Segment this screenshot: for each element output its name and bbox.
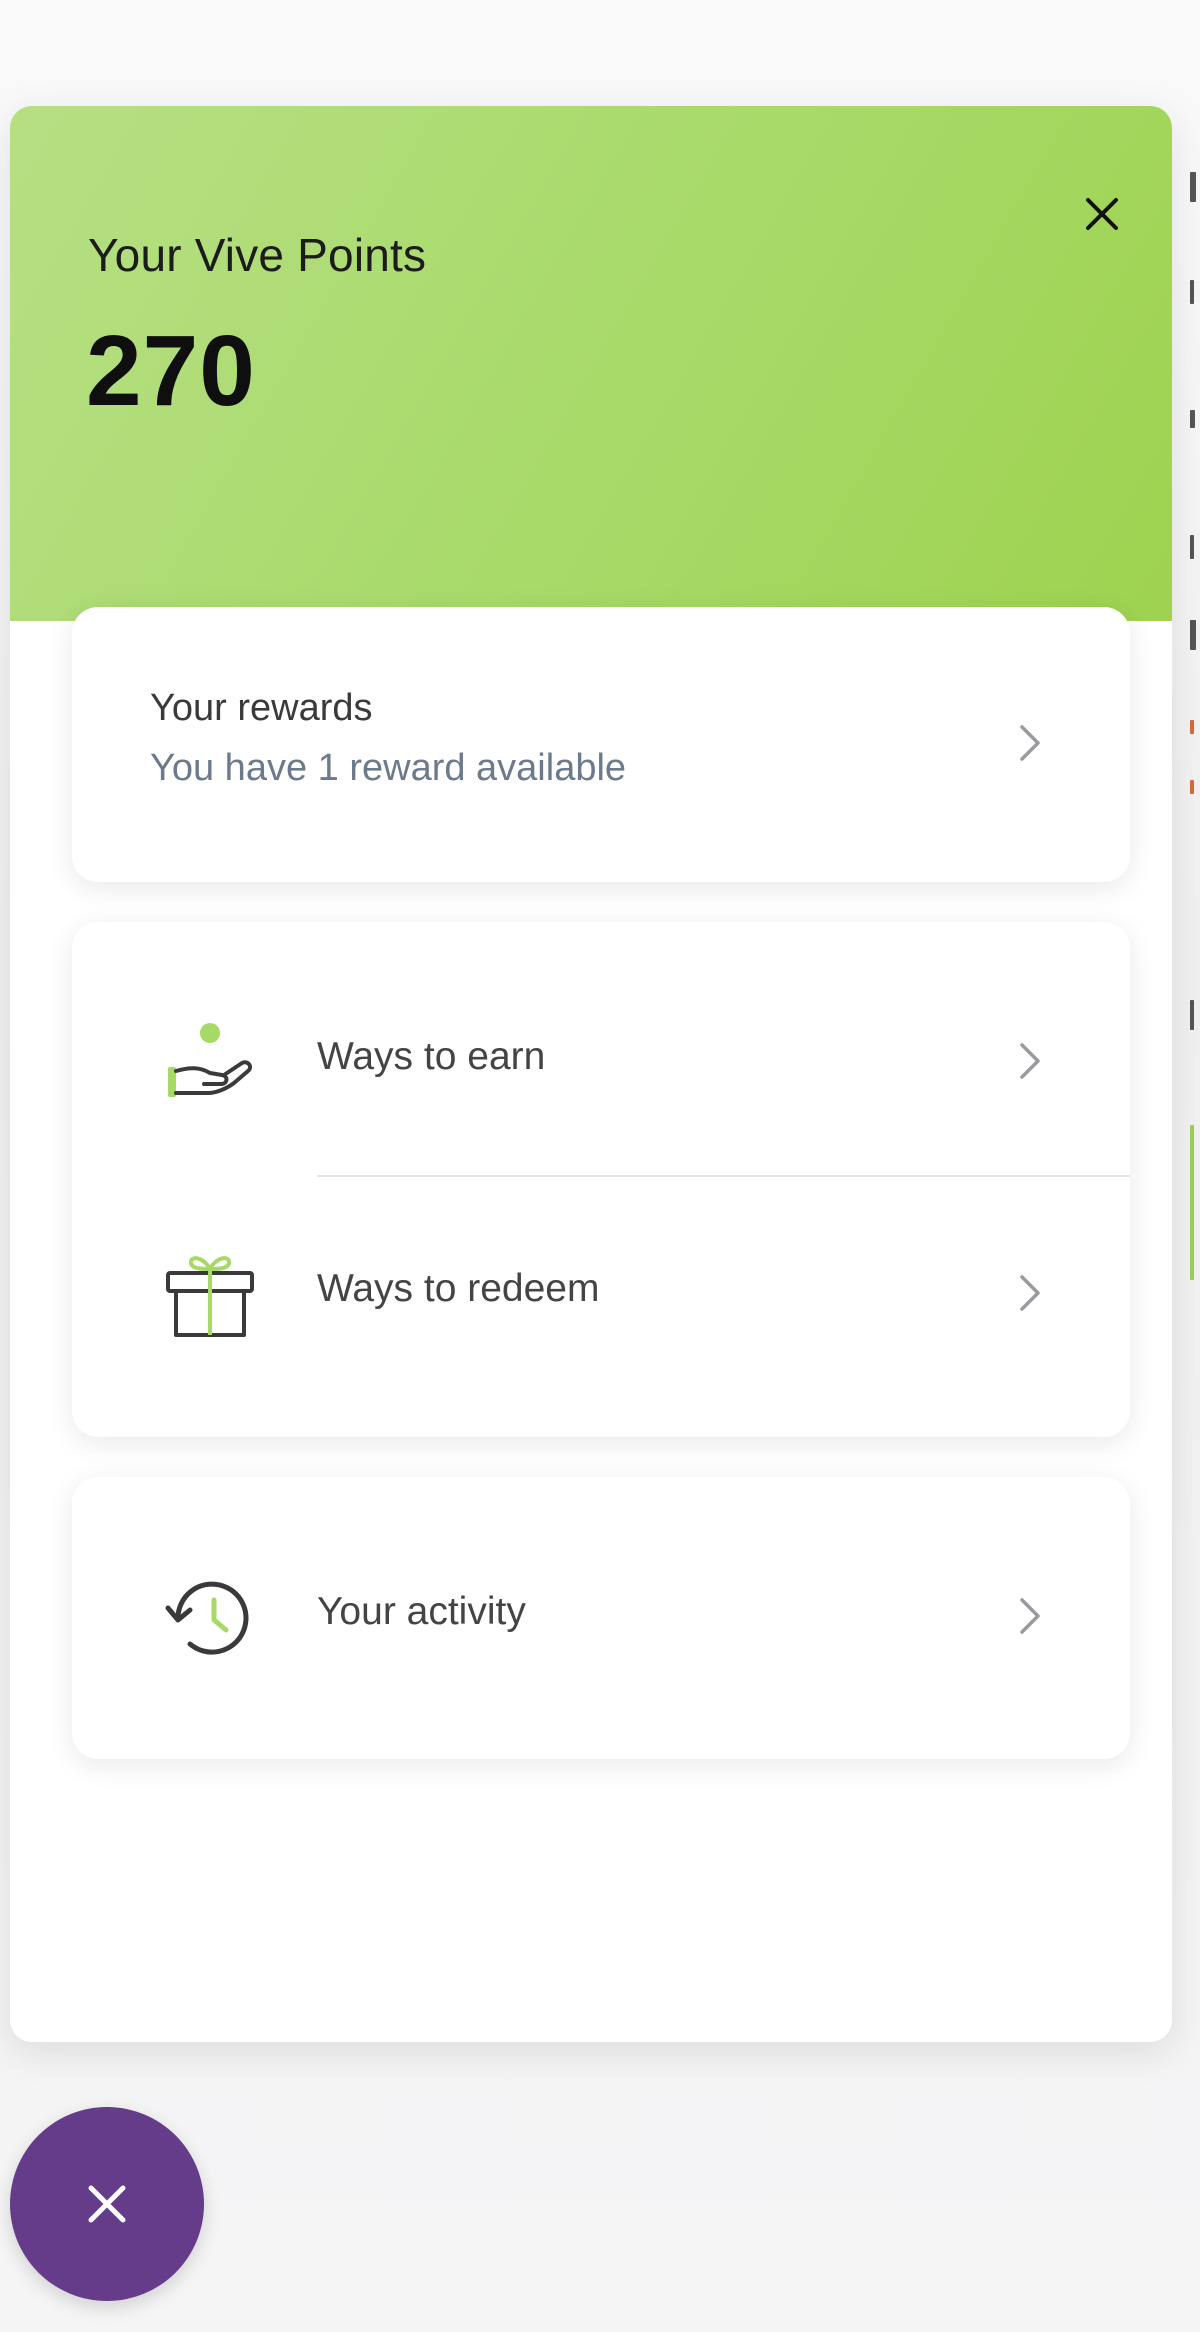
chevron-right-icon bbox=[1020, 1598, 1040, 1634]
chevron-right-icon bbox=[1020, 1275, 1040, 1311]
ways-to-redeem-label: Ways to redeem bbox=[317, 1267, 600, 1310]
close-panel-button[interactable] bbox=[1066, 178, 1138, 250]
loyalty-panel: Your Vive Points 270 Your rewards You ha… bbox=[10, 106, 1172, 2042]
history-clock-icon bbox=[165, 1581, 249, 1655]
rewards-card[interactable]: Your rewards You have 1 reward available bbox=[72, 607, 1130, 882]
ways-card: Ways to earn Ways to redeem bbox=[72, 922, 1130, 1437]
chevron-right-icon bbox=[1020, 725, 1040, 761]
rewards-subtitle: You have 1 reward available bbox=[150, 747, 627, 789]
chevron-right-icon bbox=[1020, 1043, 1040, 1079]
ways-to-earn-row[interactable]: Ways to earn bbox=[72, 963, 1130, 1163]
underlying-page-edge bbox=[1188, 0, 1200, 2332]
points-balance: 270 bbox=[86, 315, 256, 427]
hand-coin-icon bbox=[168, 1023, 253, 1097]
your-activity-row[interactable]: Your activity bbox=[72, 1518, 1130, 1718]
your-activity-label: Your activity bbox=[317, 1590, 526, 1633]
close-icon bbox=[1086, 198, 1118, 230]
activity-card: Your activity bbox=[72, 1477, 1130, 1759]
row-divider bbox=[317, 1175, 1130, 1177]
points-header: Your Vive Points 270 bbox=[10, 106, 1172, 621]
rewards-title: Your rewards bbox=[150, 687, 373, 729]
ways-to-redeem-row[interactable]: Ways to redeem bbox=[72, 1195, 1130, 1395]
launcher-close-button[interactable] bbox=[10, 2107, 204, 2301]
ways-to-earn-label: Ways to earn bbox=[317, 1035, 546, 1078]
close-icon bbox=[88, 2185, 126, 2223]
points-title: Your Vive Points bbox=[88, 229, 427, 281]
page-backdrop: Your Vive Points 270 Your rewards You ha… bbox=[0, 0, 1200, 2332]
gift-icon bbox=[166, 1256, 254, 1337]
